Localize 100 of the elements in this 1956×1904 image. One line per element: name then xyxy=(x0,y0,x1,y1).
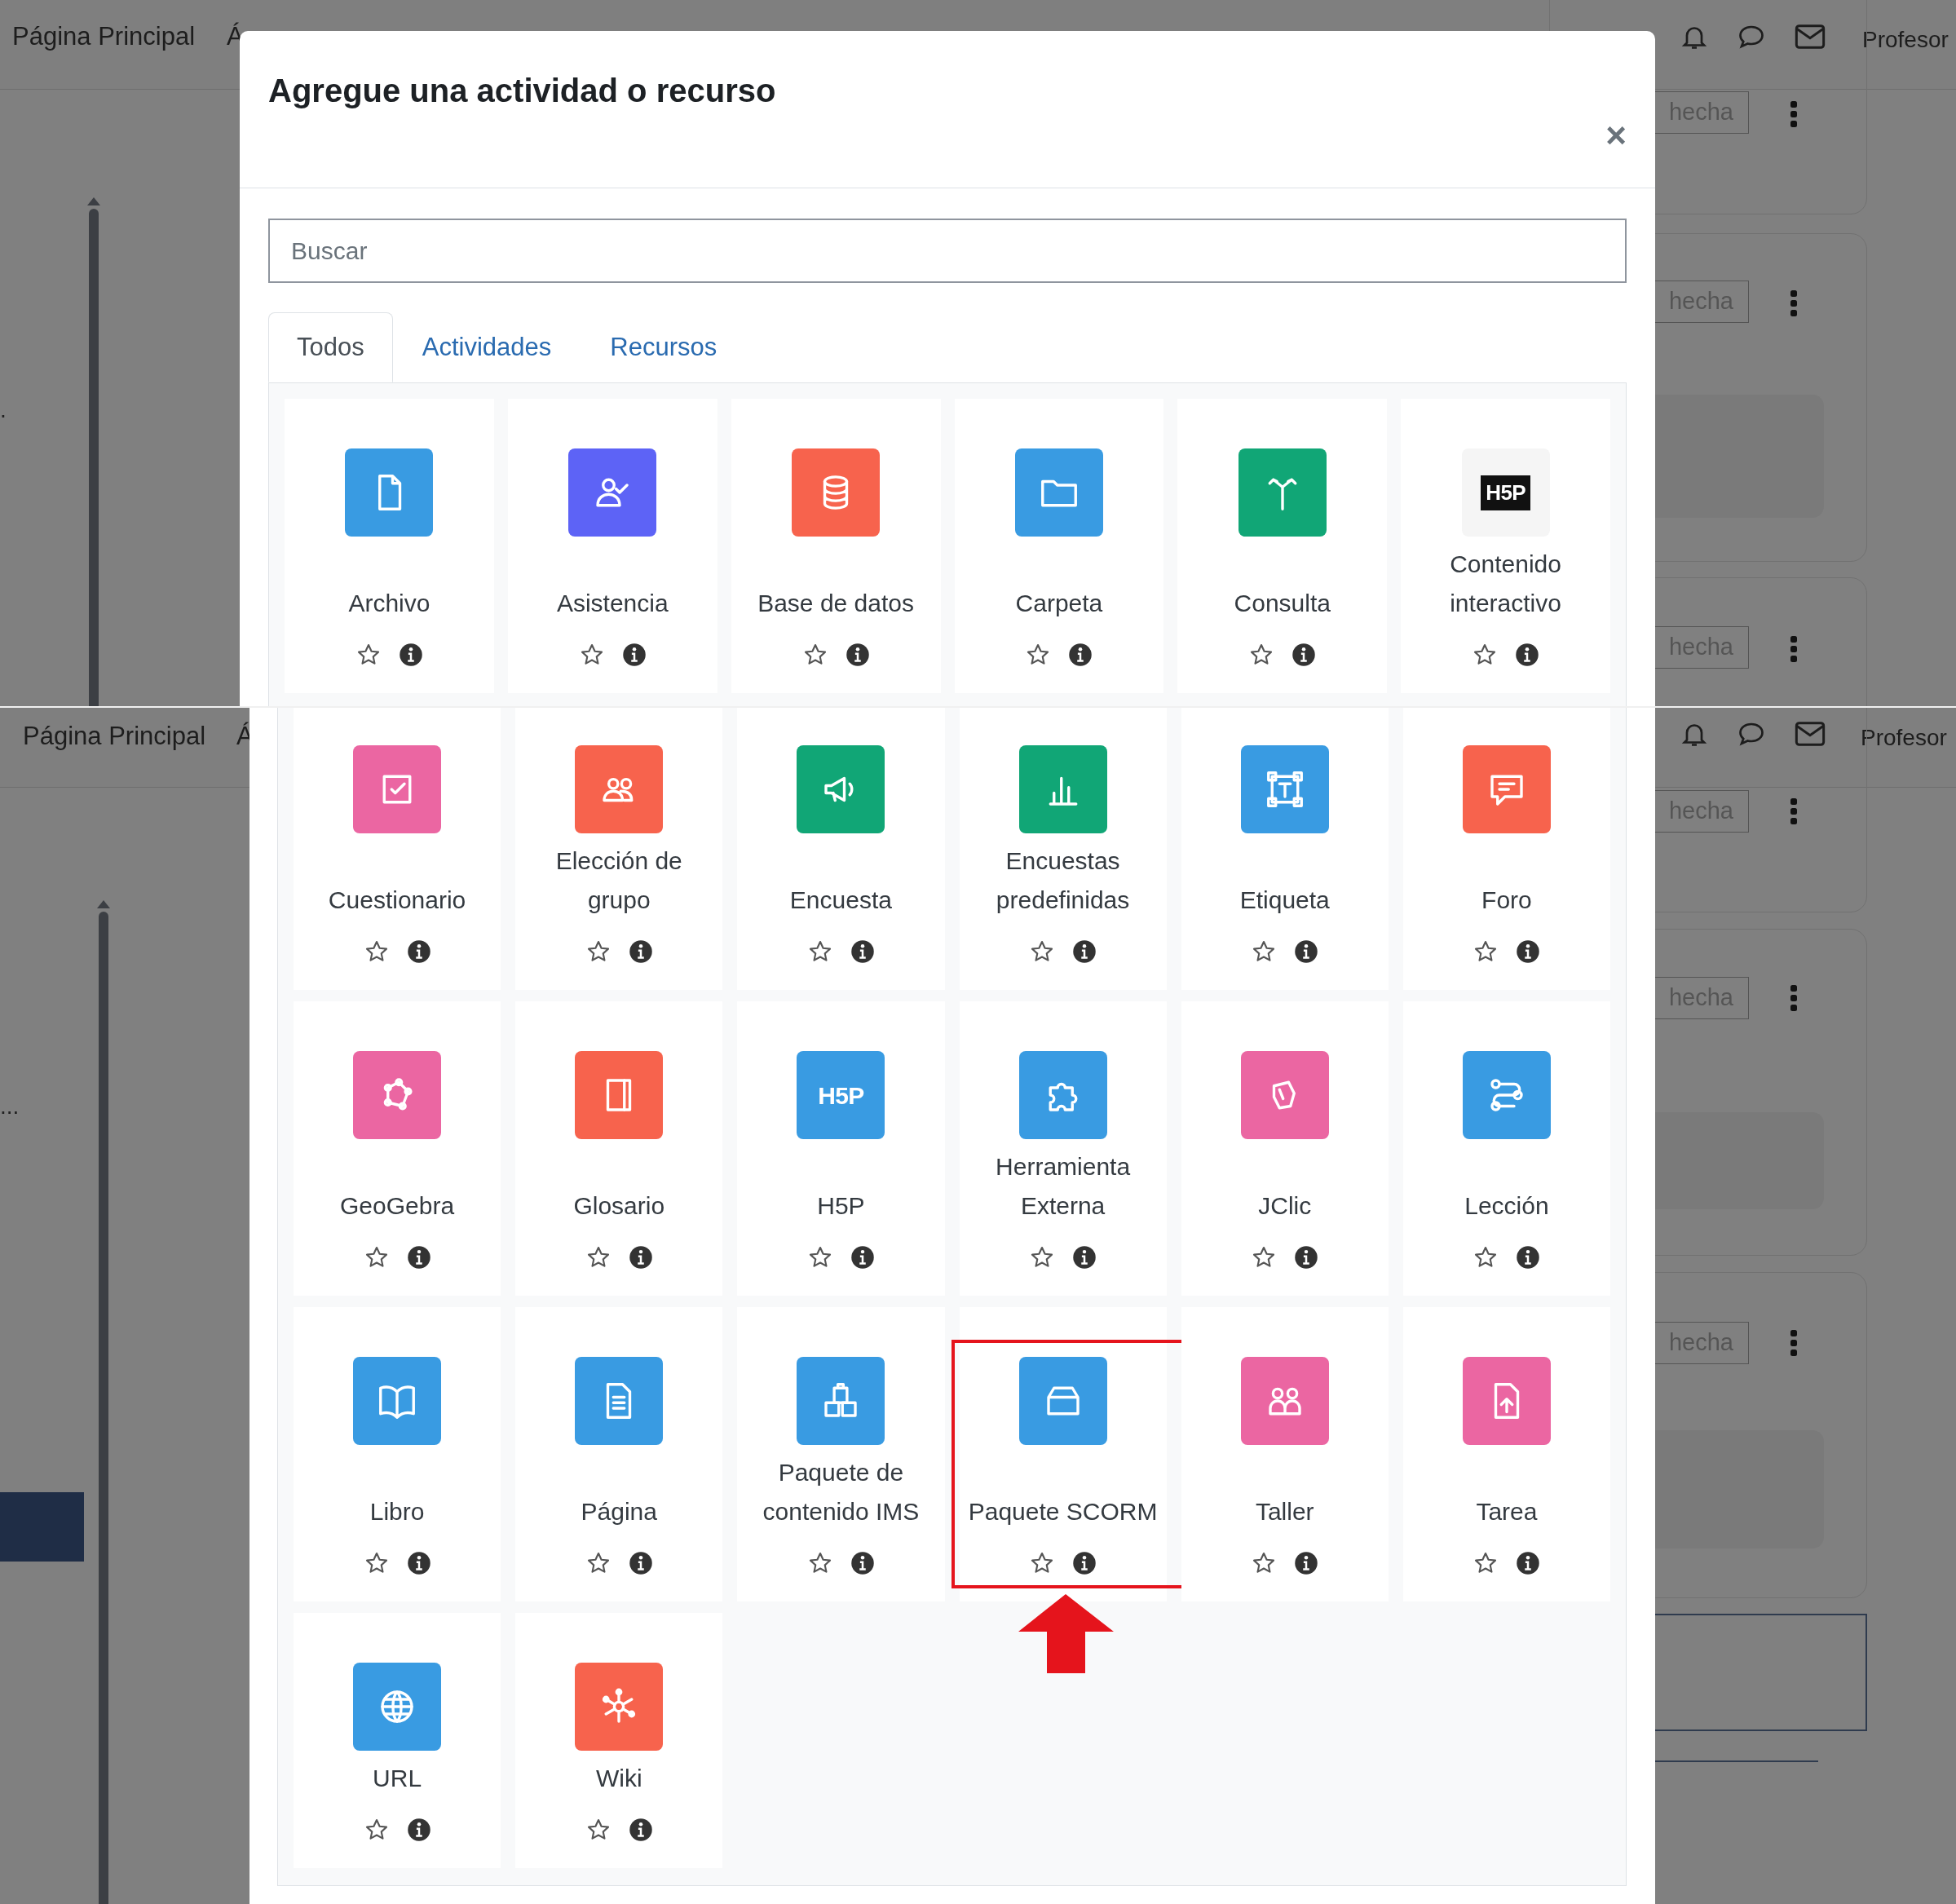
more-icon[interactable] xyxy=(1790,101,1798,127)
info-icon[interactable] xyxy=(1294,1245,1319,1270)
item-card[interactable]: Consulta xyxy=(1177,399,1388,693)
item-label[interactable]: Wiki xyxy=(595,1759,642,1798)
info-icon[interactable] xyxy=(398,643,423,667)
info-icon[interactable] xyxy=(1515,643,1540,667)
info-icon[interactable] xyxy=(1072,939,1097,964)
info-icon[interactable] xyxy=(628,1551,653,1575)
info-icon[interactable] xyxy=(850,1245,875,1270)
more-icon[interactable] xyxy=(1790,636,1798,662)
item-card[interactable]: Cuestionario xyxy=(294,708,501,990)
user-name[interactable]: Profesor xyxy=(1862,23,1949,57)
info-icon[interactable] xyxy=(1291,643,1317,667)
info-icon[interactable] xyxy=(1516,1245,1541,1270)
item-label[interactable]: Tarea xyxy=(1476,1492,1538,1531)
item-card[interactable]: Tarea xyxy=(1402,1307,1610,1601)
info-icon[interactable] xyxy=(1072,1245,1097,1270)
item-card[interactable]: Glosario xyxy=(515,1001,723,1296)
info-icon[interactable] xyxy=(621,643,647,667)
item-label[interactable]: Archivo xyxy=(348,584,430,623)
item-label[interactable]: Paquete de contenido IMS xyxy=(744,1453,938,1531)
item-card[interactable]: JClic xyxy=(1181,1001,1389,1296)
tab[interactable]: Todos xyxy=(268,312,393,382)
item-label[interactable]: Encuestas predefinidas xyxy=(965,842,1160,920)
item-card[interactable]: Taller xyxy=(1181,1307,1389,1601)
logo-icon: H5P xyxy=(797,1051,885,1139)
item-card[interactable]: GeoGebra xyxy=(294,1001,501,1296)
item-label[interactable]: Carpeta xyxy=(1015,584,1103,623)
item-label[interactable]: Glosario xyxy=(573,1186,665,1226)
item-label[interactable]: Contenido interactivo xyxy=(1407,545,1604,623)
info-icon[interactable] xyxy=(850,1551,875,1575)
more-icon[interactable] xyxy=(1790,985,1798,1011)
item-card[interactable]: Encuestas predefinidas xyxy=(959,708,1167,990)
item-card[interactable]: H5P H5P xyxy=(737,1001,945,1296)
item-card[interactable]: Elección de grupo xyxy=(515,708,723,990)
item-label[interactable]: Paquete SCORM xyxy=(968,1492,1158,1531)
item-label[interactable]: Foro xyxy=(1481,881,1532,920)
info-icon[interactable] xyxy=(845,643,870,667)
item-card[interactable]: Archivo xyxy=(285,399,494,693)
item-label[interactable]: Elección de grupo xyxy=(522,842,717,920)
item-label[interactable]: JClic xyxy=(1258,1186,1312,1226)
more-icon[interactable] xyxy=(1790,290,1798,316)
nav-link[interactable]: Página Principal xyxy=(23,718,206,756)
user-name[interactable]: Profesor xyxy=(1861,721,1947,755)
item-card[interactable]: Etiqueta xyxy=(1181,708,1389,990)
more-icon[interactable] xyxy=(1790,1330,1798,1356)
item-label[interactable]: Herramienta Externa xyxy=(965,1147,1160,1226)
item-label[interactable]: Encuesta xyxy=(789,881,892,920)
item-label[interactable]: Libro xyxy=(369,1492,425,1531)
item-card[interactable]: Base de datos xyxy=(731,399,941,693)
info-icon[interactable] xyxy=(1294,1551,1319,1575)
item-card[interactable]: Asistencia xyxy=(507,399,717,693)
item-label[interactable]: H5P xyxy=(817,1186,865,1226)
info-icon[interactable] xyxy=(406,1245,431,1270)
info-icon[interactable] xyxy=(1294,939,1319,964)
more-icon[interactable] xyxy=(1790,798,1798,824)
mail-icon[interactable] xyxy=(1794,720,1826,748)
item-label[interactable]: Taller xyxy=(1255,1492,1314,1531)
info-icon[interactable] xyxy=(628,1245,653,1270)
item-card[interactable]: H5P Contenido interactivo xyxy=(1401,399,1610,693)
info-icon[interactable] xyxy=(628,1818,653,1842)
search-field[interactable]: Buscar xyxy=(268,219,1627,283)
nav-link[interactable]: Página Principal xyxy=(12,18,196,56)
item-card[interactable]: Herramienta Externa xyxy=(959,1001,1167,1296)
info-icon[interactable] xyxy=(1072,1551,1097,1575)
item-label[interactable]: GeoGebra xyxy=(340,1186,455,1226)
item-card[interactable]: Lección xyxy=(1402,1001,1610,1296)
item-card[interactable]: Libro xyxy=(294,1307,501,1601)
item-label[interactable]: Consulta xyxy=(1234,584,1331,623)
item-label[interactable]: Página xyxy=(581,1492,657,1531)
item-card[interactable]: Wiki xyxy=(515,1613,723,1868)
scroll-up-icon[interactable] xyxy=(87,197,100,205)
item-card[interactable]: URL xyxy=(294,1613,501,1868)
item-label[interactable]: Base de datos xyxy=(757,584,914,623)
item-card[interactable]: Carpeta xyxy=(954,399,1164,693)
info-icon[interactable] xyxy=(628,939,653,964)
tab[interactable]: Recursos xyxy=(581,312,747,382)
scroll-up-icon[interactable] xyxy=(97,900,110,908)
mail-icon[interactable] xyxy=(1794,23,1826,51)
modal-title: Agregue una actividad o recurso xyxy=(268,72,776,110)
logo-icon: H5P xyxy=(1461,448,1550,537)
item-label[interactable]: Etiqueta xyxy=(1239,881,1330,920)
info-icon[interactable] xyxy=(850,939,875,964)
item-label[interactable]: Cuestionario xyxy=(328,881,466,920)
info-icon[interactable] xyxy=(406,1818,431,1842)
info-icon[interactable] xyxy=(1516,1551,1541,1575)
tab[interactable]: Actividades xyxy=(392,312,581,382)
info-icon[interactable] xyxy=(1068,643,1093,667)
item-card[interactable]: Paquete de contenido IMS xyxy=(737,1307,945,1601)
side-text: ... xyxy=(0,1093,20,1120)
side-text: . xyxy=(0,396,7,424)
info-icon[interactable] xyxy=(406,939,431,964)
item-label[interactable]: Asistencia xyxy=(556,584,669,623)
item-card[interactable]: Encuesta xyxy=(737,708,945,990)
item-label[interactable]: URL xyxy=(373,1759,422,1798)
item-card[interactable]: Página xyxy=(515,1307,723,1601)
info-icon[interactable] xyxy=(1516,939,1541,964)
item-card[interactable]: Foro xyxy=(1402,708,1610,990)
info-icon[interactable] xyxy=(406,1551,431,1575)
item-label[interactable]: Lección xyxy=(1464,1186,1549,1226)
